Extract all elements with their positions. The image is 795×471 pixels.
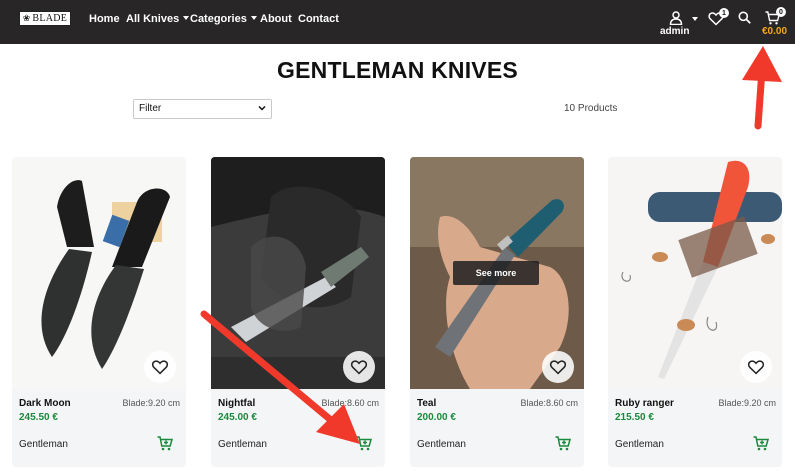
product-card[interactable]: Dark Moon Blade:9.20 cm 245.50 € Gentlem… bbox=[12, 157, 186, 467]
annotation-arrow-cart bbox=[742, 46, 782, 130]
chevron-down-icon bbox=[183, 16, 190, 20]
product-price: 215.50 € bbox=[615, 412, 654, 423]
nav-home[interactable]: Home bbox=[89, 13, 120, 25]
nav-all-knives[interactable]: All Knives bbox=[126, 13, 190, 25]
add-to-wishlist-button[interactable] bbox=[343, 351, 375, 383]
product-category: Gentleman bbox=[19, 439, 68, 450]
cart-count-badge: 0 bbox=[776, 7, 786, 17]
chevron-down-icon bbox=[258, 105, 266, 111]
product-category: Gentleman bbox=[615, 439, 664, 450]
product-blade-length: Blade:9.20 cm bbox=[718, 398, 776, 408]
heart-outline-icon bbox=[549, 360, 567, 375]
product-name[interactable]: Teal bbox=[417, 398, 436, 409]
product-name[interactable]: Dark Moon bbox=[19, 398, 71, 409]
product-price: 245.50 € bbox=[19, 412, 58, 423]
product-blade-length: Blade:8.60 cm bbox=[520, 398, 578, 408]
product-blade-length: Blade:8.60 cm bbox=[321, 398, 379, 408]
blade-logo[interactable]: ❀ BLADE bbox=[19, 11, 71, 26]
product-name[interactable]: Nightfal bbox=[218, 398, 255, 409]
product-card[interactable]: Ruby ranger Blade:9.20 cm 215.50 € Gentl… bbox=[608, 157, 782, 467]
wishlist-count-badge: 1 bbox=[719, 8, 729, 18]
product-price: 200.00 € bbox=[417, 412, 456, 423]
product-card[interactable]: Nightfal Blade:8.60 cm 245.00 € Gentlema… bbox=[211, 157, 385, 467]
search-icon[interactable] bbox=[738, 11, 751, 24]
logo-emblem-icon: ❀ bbox=[22, 13, 31, 23]
product-name[interactable]: Ruby ranger bbox=[615, 398, 674, 409]
chevron-down-icon bbox=[250, 16, 257, 20]
user-icon[interactable] bbox=[669, 11, 683, 25]
add-to-cart-icon[interactable] bbox=[753, 436, 769, 451]
nav-categories-label: Categories bbox=[190, 13, 247, 25]
nav-all-knives-label: All Knives bbox=[126, 13, 180, 25]
add-to-wishlist-button[interactable] bbox=[542, 351, 574, 383]
product-category: Gentleman bbox=[218, 439, 267, 450]
product-card[interactable]: See more Teal Blade:8.60 cm 200.00 € Gen… bbox=[410, 157, 584, 467]
filter-selected-value: Filter bbox=[139, 103, 162, 114]
add-to-cart-icon[interactable] bbox=[157, 436, 173, 451]
product-price: 245.00 € bbox=[218, 412, 257, 423]
heart-outline-icon bbox=[350, 360, 368, 375]
add-to-wishlist-button[interactable] bbox=[740, 351, 772, 383]
cart-total[interactable]: €0.00 bbox=[762, 26, 787, 37]
add-to-wishlist-button[interactable] bbox=[144, 351, 176, 383]
product-blade-length: Blade:9.20 cm bbox=[122, 398, 180, 408]
top-navbar: ❀ BLADE Home All Knives Categories About… bbox=[0, 0, 795, 44]
add-to-cart-icon[interactable] bbox=[555, 436, 571, 451]
nav-about[interactable]: About bbox=[260, 13, 292, 25]
product-count: 10 Products bbox=[564, 103, 618, 114]
add-to-cart-icon[interactable] bbox=[356, 436, 372, 451]
heart-outline-icon bbox=[747, 360, 765, 375]
filter-dropdown[interactable]: Filter bbox=[133, 99, 272, 119]
logo-text: BLADE bbox=[32, 12, 68, 24]
see-more-button[interactable]: See more bbox=[453, 261, 539, 285]
user-menu-chevron-icon[interactable] bbox=[692, 17, 698, 21]
product-category: Gentleman bbox=[417, 439, 466, 450]
page-title: GENTLEMAN KNIVES bbox=[277, 57, 518, 83]
nav-contact[interactable]: Contact bbox=[298, 13, 339, 25]
user-name[interactable]: admin bbox=[660, 26, 689, 37]
nav-categories[interactable]: Categories bbox=[190, 13, 257, 25]
heart-outline-icon bbox=[151, 360, 169, 375]
